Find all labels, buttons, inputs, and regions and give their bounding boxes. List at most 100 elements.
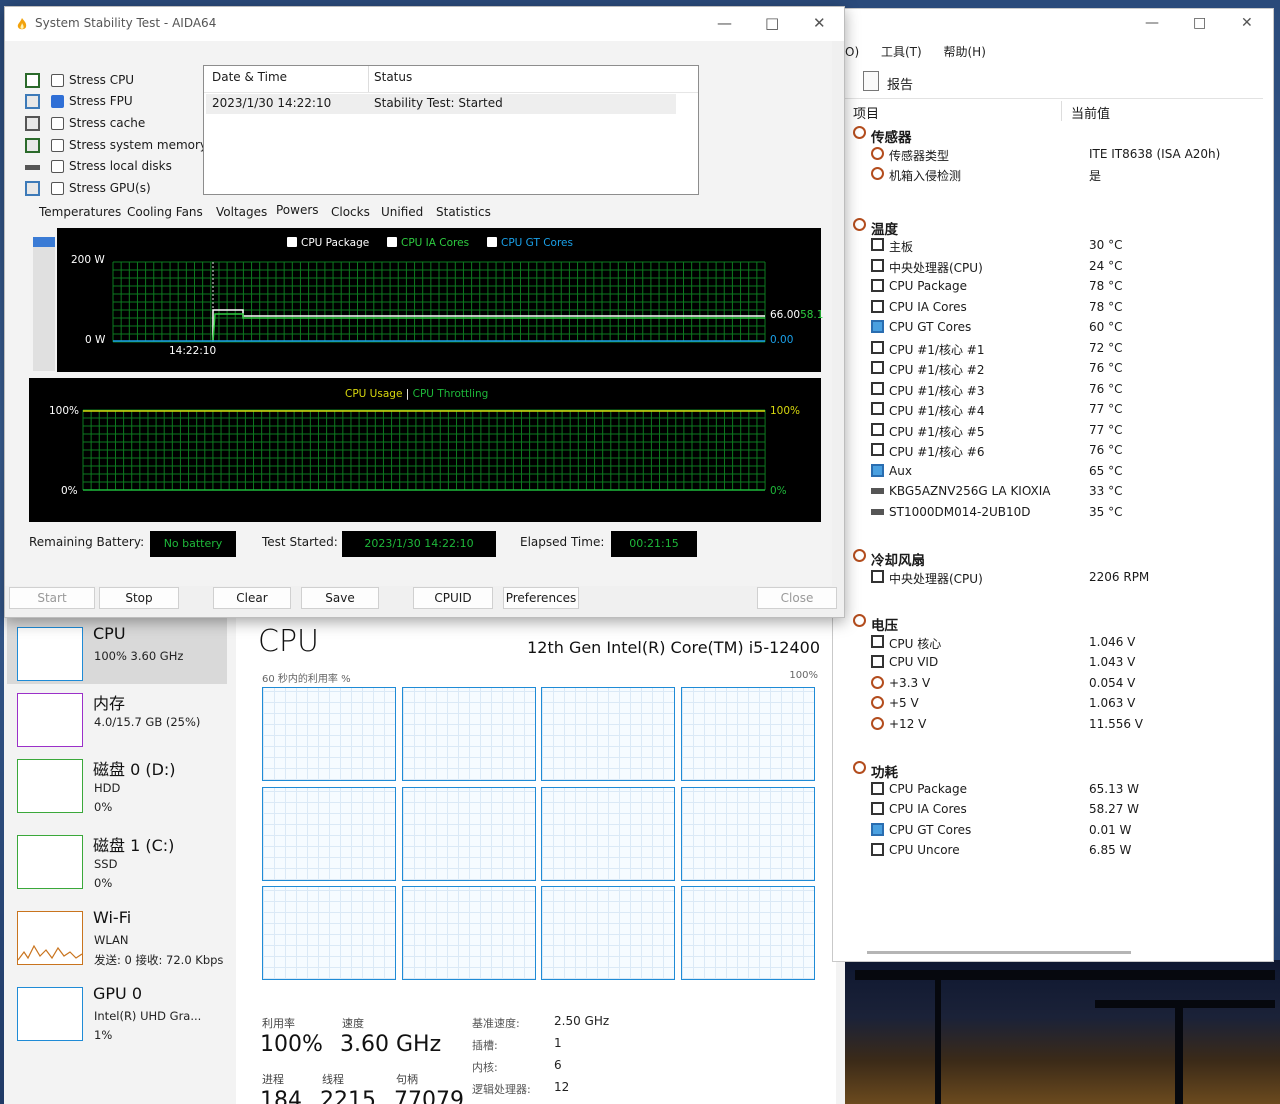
logical-processor-graph bbox=[680, 886, 815, 980]
sensor-row[interactable]: CPU 核心 1.046 V bbox=[851, 632, 1263, 652]
gpu-icon bbox=[871, 320, 884, 333]
sensor-row[interactable]: CPU #1/核心 #2 76 °C bbox=[851, 358, 1263, 378]
tab-cooling-fans[interactable]: Cooling Fans bbox=[127, 205, 203, 219]
report-icon[interactable] bbox=[863, 71, 879, 91]
sensor-group[interactable]: 冷却风扇 bbox=[851, 546, 1263, 569]
stress-checkbox[interactable] bbox=[51, 139, 64, 152]
sensor-row[interactable]: 中央处理器(CPU) 24 °C bbox=[851, 256, 1263, 276]
tab-statistics[interactable]: Statistics bbox=[436, 205, 491, 219]
sensor-row[interactable]: CPU #1/核心 #5 77 °C bbox=[851, 420, 1263, 440]
base-speed-value: 2.50 GHz bbox=[554, 1014, 610, 1028]
sensor-row[interactable]: CPU #1/核心 #1 72 °C bbox=[851, 338, 1263, 358]
perf-item[interactable]: Wi-Fi WLAN 发送: 0 接收: 72.0 Kbps bbox=[7, 902, 227, 968]
stress-checkbox[interactable] bbox=[51, 117, 64, 130]
right-value-gt: 0.00 bbox=[770, 334, 794, 346]
legend-cpu-package[interactable]: CPU Package bbox=[287, 237, 369, 249]
logical-processor-graph bbox=[680, 687, 815, 781]
sensor-row[interactable]: KBG5AZNV256G LA KIOXIA 33 °C bbox=[851, 481, 1263, 501]
sensor-row[interactable]: +12 V 11.556 V bbox=[851, 714, 1263, 734]
clear-button[interactable]: Clear bbox=[213, 587, 291, 609]
legend-cpu-gt-cores[interactable]: CPU GT Cores bbox=[487, 237, 573, 249]
perf-subtitle: 发送: 0 接收: 72.0 Kbps bbox=[94, 953, 224, 967]
sensor-row[interactable]: CPU IA Cores 78 °C bbox=[851, 297, 1263, 317]
sensor-row[interactable]: +5 V 1.063 V bbox=[851, 693, 1263, 713]
sensor-value: 60 °C bbox=[1089, 320, 1123, 334]
perf-item[interactable]: 磁盘 0 (D:) HDD 0% bbox=[7, 750, 227, 816]
sensor-value: 0.054 V bbox=[1089, 675, 1136, 690]
chip-icon bbox=[871, 843, 884, 856]
perf-item[interactable]: 内存 4.0/15.7 GB (25%) bbox=[7, 684, 227, 750]
menu-help[interactable]: 帮助(H) bbox=[944, 45, 986, 59]
menu-tools[interactable]: 工具(T) bbox=[881, 45, 922, 59]
sensor-group[interactable]: 功耗 bbox=[851, 758, 1263, 781]
power-chart: CPU Package CPU IA Cores CPU GT Cores 20… bbox=[57, 228, 823, 372]
chart-selector-scroll[interactable] bbox=[33, 237, 55, 371]
scroll-thumb[interactable] bbox=[33, 237, 55, 247]
stop-button[interactable]: Stop bbox=[99, 587, 179, 609]
legend-cpu-ia-cores[interactable]: CPU IA Cores bbox=[387, 237, 469, 249]
col-divider bbox=[368, 66, 369, 92]
tab-unified[interactable]: Unified bbox=[381, 205, 423, 219]
sensor-row[interactable]: CPU Uncore 6.85 W bbox=[851, 840, 1263, 860]
sensor-row[interactable]: CPU VID 1.043 V bbox=[851, 652, 1263, 672]
maximize-icon[interactable]: □ bbox=[1193, 15, 1206, 31]
usage-y-top: 100% bbox=[49, 405, 80, 417]
tab-voltages[interactable]: Voltages bbox=[216, 205, 267, 219]
stress-checkbox[interactable] bbox=[51, 182, 64, 195]
tab-clocks[interactable]: Clocks bbox=[331, 205, 370, 219]
sensor-row[interactable]: 主板 30 °C bbox=[851, 235, 1263, 255]
sensor-group[interactable]: 温度 bbox=[851, 215, 1263, 238]
menu-item[interactable]: O) bbox=[845, 45, 859, 59]
sensor-row[interactable]: Aux 65 °C bbox=[851, 461, 1263, 481]
sensor-row[interactable]: CPU #1/核心 #6 76 °C bbox=[851, 440, 1263, 460]
sensor-row[interactable]: +3.3 V 0.054 V bbox=[851, 673, 1263, 693]
sensor-row[interactable]: CPU #1/核心 #3 76 °C bbox=[851, 379, 1263, 399]
close-icon[interactable]: ✕ bbox=[813, 14, 826, 32]
sensor-row[interactable]: CPU Package 65.13 W bbox=[851, 779, 1263, 799]
stress-checkbox[interactable] bbox=[51, 74, 64, 87]
sensor-row[interactable]: CPU GT Cores 0.01 W bbox=[851, 820, 1263, 840]
usage-right-bottom: 0% bbox=[770, 485, 787, 497]
sensor-row[interactable]: 中央处理器(CPU) 2206 RPM bbox=[851, 567, 1263, 587]
save-button[interactable]: Save bbox=[301, 587, 379, 609]
perf-item[interactable]: 磁盘 1 (C:) SSD 0% bbox=[7, 826, 227, 892]
perf-item[interactable]: CPU 100% 3.60 GHz bbox=[7, 618, 227, 684]
start-button[interactable]: Start bbox=[9, 587, 95, 609]
stress-checkbox[interactable] bbox=[51, 95, 64, 108]
horizontal-scrollbar[interactable] bbox=[867, 951, 1131, 954]
legend-checkbox[interactable] bbox=[287, 237, 297, 247]
logical-processor-grid bbox=[262, 687, 818, 983]
report-button[interactable]: 报告 bbox=[887, 74, 913, 93]
cpuid-button[interactable]: CPUID bbox=[413, 587, 493, 609]
sensor-row[interactable]: CPU GT Cores 60 °C bbox=[851, 317, 1263, 337]
minimize-icon[interactable]: — bbox=[1145, 15, 1159, 31]
sensor-row[interactable]: CPU #1/核心 #4 77 °C bbox=[851, 399, 1263, 419]
legend-checkbox[interactable] bbox=[387, 237, 397, 247]
column-divider[interactable] bbox=[1061, 101, 1062, 121]
close-icon[interactable]: ✕ bbox=[1241, 15, 1253, 31]
sensor-row[interactable]: CPU IA Cores 58.27 W bbox=[851, 799, 1263, 819]
maximize-icon[interactable]: □ bbox=[765, 14, 779, 32]
sensor-row[interactable]: 传感器类型 ITE IT8638 (ISA A20h) bbox=[851, 144, 1263, 164]
perf-subtitle: 1% bbox=[94, 1028, 113, 1042]
util-graph-label: 60 秒内的利用率 % bbox=[262, 674, 351, 685]
legend-checkbox[interactable] bbox=[487, 237, 497, 247]
sensor-row[interactable]: ST1000DM014-2UB10D 35 °C bbox=[851, 502, 1263, 522]
aida-titlebar: System Stability Test - AIDA64 — □ ✕ bbox=[5, 7, 844, 41]
sensor-row[interactable]: 机箱入侵检测 是 bbox=[851, 164, 1263, 184]
column-item[interactable]: 项目 bbox=[853, 103, 879, 122]
minimize-icon[interactable]: — bbox=[717, 14, 732, 32]
preferences-button[interactable]: Preferences bbox=[503, 587, 579, 609]
sensor-window: — □ ✕ O) 工具(T) 帮助(H) 报告 项目 当前值 传感器 传感器类型 I… bbox=[832, 8, 1274, 962]
tab-temperatures[interactable]: Temperatures bbox=[39, 205, 121, 219]
sensor-row[interactable]: CPU Package 78 °C bbox=[851, 276, 1263, 296]
perf-item[interactable]: GPU 0 Intel(R) UHD Gra... 1% bbox=[7, 978, 227, 1044]
sensor-name: ST1000DM014-2UB10D bbox=[889, 504, 1031, 519]
sensor-group[interactable]: 传感器 bbox=[851, 123, 1263, 146]
column-value[interactable]: 当前值 bbox=[1071, 103, 1110, 122]
sensor-group[interactable]: 电压 bbox=[851, 611, 1263, 634]
perf-thumbnail bbox=[17, 627, 83, 681]
tab-powers[interactable]: Powers bbox=[276, 203, 319, 217]
close-button[interactable]: Close bbox=[757, 587, 837, 609]
stress-checkbox[interactable] bbox=[51, 160, 64, 173]
